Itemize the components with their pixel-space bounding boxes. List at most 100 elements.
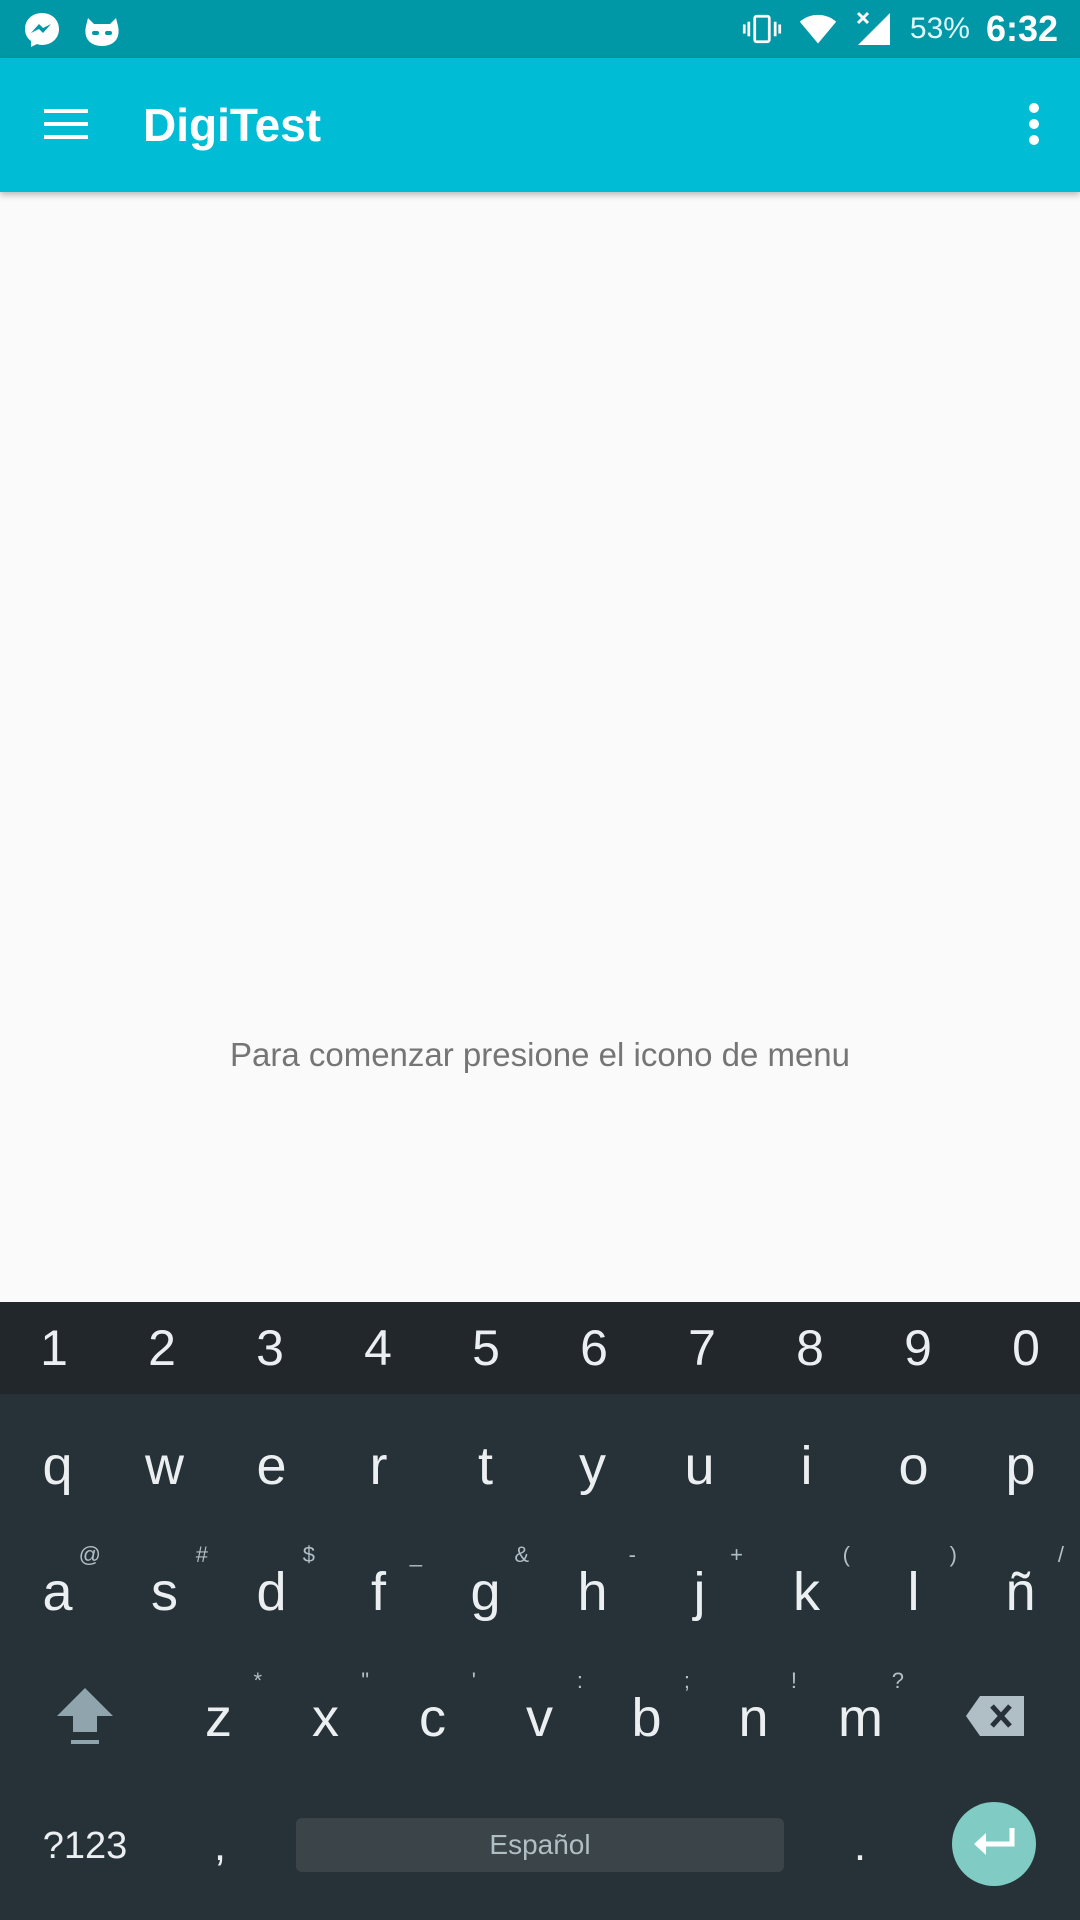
key-t[interactable]: t — [432, 1402, 539, 1530]
key-a[interactable]: a @ — [4, 1528, 111, 1656]
key-label: e — [256, 1436, 287, 1496]
key-1[interactable]: 1 — [0, 1302, 108, 1394]
overflow-menu-button[interactable] — [998, 90, 1070, 162]
key-row-1: q w e r t y u i o p — [0, 1402, 1080, 1530]
key-3[interactable]: 3 — [216, 1302, 324, 1394]
key-c[interactable]: c ' — [379, 1654, 486, 1782]
key-hint: / — [1057, 1542, 1064, 1567]
shift-key[interactable] — [30, 1654, 140, 1782]
space-bar[interactable]: Español — [296, 1818, 784, 1872]
key-m[interactable]: m? — [807, 1654, 914, 1782]
key-hint: ? — [891, 1668, 904, 1693]
key-g[interactable]: g & — [432, 1528, 539, 1656]
backspace-icon — [964, 1694, 1026, 1743]
key-row-3: z * x " c ' v: b; n! m? — [0, 1654, 1080, 1782]
key-8[interactable]: 8 — [756, 1302, 864, 1394]
key-hint: - — [628, 1542, 636, 1567]
key-hint: ; — [683, 1668, 690, 1693]
shift-icon — [55, 1684, 115, 1753]
key-hint: * — [253, 1668, 262, 1693]
key-hint: @ — [78, 1542, 101, 1567]
key-label: v — [526, 1688, 553, 1748]
key-x[interactable]: x " — [272, 1654, 379, 1782]
comma-key[interactable]: , — [170, 1782, 270, 1910]
key-label: f — [370, 1562, 386, 1622]
key-label: s — [151, 1562, 178, 1622]
key-hint: " — [361, 1668, 369, 1693]
symbols-key[interactable]: ?123 — [20, 1782, 150, 1910]
key-w[interactable]: w — [111, 1402, 218, 1530]
key-hint: & — [514, 1542, 529, 1567]
key-hint: $ — [302, 1542, 315, 1567]
number-row: 1 2 3 4 5 6 7 8 9 0 — [0, 1302, 1080, 1394]
delete-key[interactable] — [940, 1654, 1050, 1782]
key-label: g — [470, 1562, 501, 1622]
navigation-menu-button[interactable] — [30, 90, 102, 162]
key-h[interactable]: h- — [539, 1528, 646, 1656]
status-bar: 53% 6:32 — [0, 0, 1080, 58]
key-label: ñ — [1005, 1562, 1036, 1622]
key-hint: # — [195, 1542, 208, 1567]
key-row-2: a @ s # d $ f _ g & h- j + k( l) ñ / — [0, 1528, 1080, 1656]
key-label: p — [1005, 1436, 1036, 1496]
key-label: t — [477, 1436, 493, 1496]
key-hint: ! — [790, 1668, 797, 1693]
app-title: DigiTest — [143, 99, 322, 151]
key-n-tilde[interactable]: ñ / — [967, 1528, 1074, 1656]
key-label: m — [838, 1688, 883, 1748]
key-l[interactable]: l) — [860, 1528, 967, 1656]
key-label: o — [898, 1436, 929, 1496]
key-label: c — [419, 1688, 446, 1748]
app-bar: DigiTest — [0, 58, 1080, 192]
key-label: k — [793, 1562, 820, 1622]
key-j[interactable]: j + — [646, 1528, 753, 1656]
period-key[interactable]: . — [810, 1782, 910, 1910]
key-p[interactable]: p — [967, 1402, 1074, 1530]
enter-key[interactable] — [952, 1802, 1036, 1886]
key-n[interactable]: n! — [700, 1654, 807, 1782]
key-label: u — [684, 1436, 715, 1496]
key-u[interactable]: u — [646, 1402, 753, 1530]
key-q[interactable]: q — [4, 1402, 111, 1530]
key-2[interactable]: 2 — [108, 1302, 216, 1394]
key-7[interactable]: 7 — [648, 1302, 756, 1394]
key-label: h — [577, 1562, 608, 1622]
key-5[interactable]: 5 — [432, 1302, 540, 1394]
key-4[interactable]: 4 — [324, 1302, 432, 1394]
clock: 6:32 — [985, 8, 1058, 49]
key-label: a — [42, 1562, 73, 1622]
key-label: j — [693, 1562, 706, 1622]
key-label: d — [256, 1562, 287, 1622]
key-z[interactable]: z * — [165, 1654, 272, 1782]
key-label: n — [738, 1688, 769, 1748]
key-k[interactable]: k( — [753, 1528, 860, 1656]
key-e[interactable]: e — [218, 1402, 325, 1530]
key-6[interactable]: 6 — [540, 1302, 648, 1394]
soft-keyboard: 1 2 3 4 5 6 7 8 9 0 q w e r t y u i o p … — [0, 1302, 1080, 1920]
key-hint: : — [576, 1668, 583, 1693]
key-label: y — [579, 1436, 606, 1496]
key-label: q — [42, 1436, 73, 1496]
signal-icon — [854, 9, 894, 49]
key-v[interactable]: v: — [486, 1654, 593, 1782]
enter-arrow-icon — [970, 1824, 1018, 1865]
key-i[interactable]: i — [753, 1402, 860, 1530]
key-label: z — [205, 1688, 232, 1748]
key-label: b — [631, 1688, 662, 1748]
key-9[interactable]: 9 — [864, 1302, 972, 1394]
key-r[interactable]: r — [325, 1402, 432, 1530]
key-y[interactable]: y — [539, 1402, 646, 1530]
messenger-icon — [22, 10, 62, 50]
key-0[interactable]: 0 — [972, 1302, 1080, 1394]
key-hint: + — [730, 1542, 743, 1567]
wifi-icon — [798, 9, 838, 49]
key-row-4: ?123 , Español . — [0, 1782, 1080, 1910]
key-d[interactable]: d $ — [218, 1528, 325, 1656]
key-b[interactable]: b; — [593, 1654, 700, 1782]
key-label: x — [312, 1688, 339, 1748]
hamburger-menu-icon — [42, 106, 90, 147]
key-label: i — [800, 1436, 813, 1496]
key-f[interactable]: f _ — [325, 1528, 432, 1656]
key-s[interactable]: s # — [111, 1528, 218, 1656]
key-o[interactable]: o — [860, 1402, 967, 1530]
